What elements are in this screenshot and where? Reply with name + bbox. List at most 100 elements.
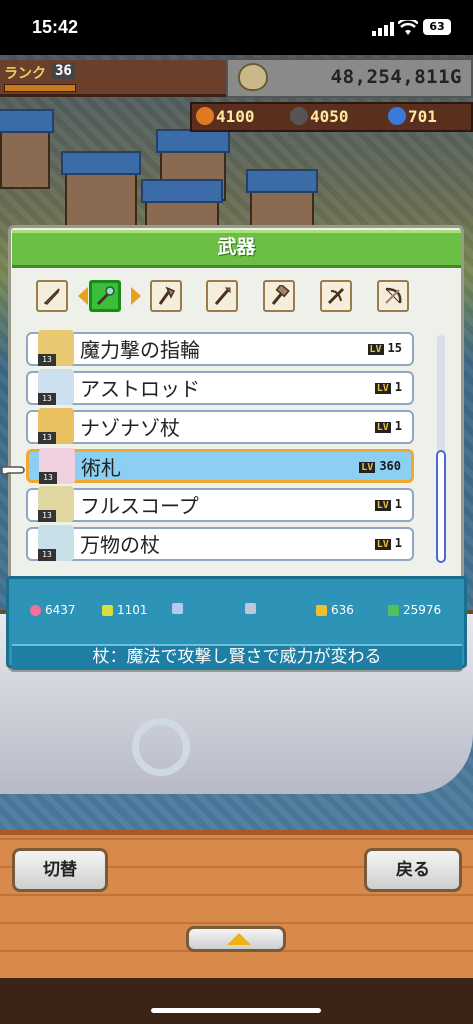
item-qty: 13 [38, 393, 56, 405]
back-button[interactable]: 戻る [364, 848, 462, 892]
item-name: アストロッド [80, 377, 200, 401]
status-bar: 15:42 63 [0, 0, 473, 55]
hammer-category-tab[interactable] [263, 280, 295, 312]
crossed-swords-icon [102, 604, 113, 616]
item-level: LV 15 [367, 341, 402, 355]
rank-label: ランク [4, 66, 46, 82]
heart-icon [30, 604, 41, 616]
pointer-hand-icon [1, 466, 25, 475]
lv-label: LV [374, 500, 391, 511]
bow-icon [385, 287, 402, 304]
gem-icon [388, 604, 399, 616]
battery-icon: 63 [423, 19, 451, 35]
resource-ore-value: 4050 [310, 107, 349, 126]
stat-atk-value: 1101 [117, 603, 148, 617]
item-name: ナゾナゾ杖 [80, 416, 180, 440]
item-level-value: 1 [394, 497, 402, 511]
item-level: LV 1 [374, 419, 402, 433]
category-prev-arrow[interactable] [78, 287, 88, 305]
stat-value: 25976 [388, 603, 441, 617]
riddle-staff-icon: 13 [38, 408, 74, 444]
list-item[interactable]: 13 万物の杖 LV 1 [26, 525, 414, 561]
crossbow-category-tab[interactable] [320, 280, 352, 312]
item-name: 万物の杖 [80, 533, 160, 557]
stat-price-value: 636 [331, 603, 354, 617]
item-level: LV 1 [374, 380, 402, 394]
panel-title: 武器 [217, 236, 256, 258]
clock: 15:42 [32, 17, 79, 37]
resource-crystal: 701 [388, 104, 437, 130]
item-name: 術札 [81, 456, 121, 480]
bow-category-tab[interactable] [377, 280, 409, 312]
full-scope-icon: 13 [38, 486, 74, 522]
item-level: LV 360 [359, 459, 401, 473]
item-qty: 13 [38, 432, 56, 444]
item-description: 杖：魔法で攻撃し賢さで威力が変わる [92, 647, 382, 667]
category-next-arrow[interactable] [131, 287, 141, 305]
item-level: LV 1 [374, 536, 402, 550]
staff-icon [96, 286, 115, 306]
resource-wood: 4100 [196, 104, 255, 130]
home-indicator-area [0, 978, 473, 1024]
item-qty: 13 [38, 354, 56, 366]
item-level-value: 1 [394, 536, 402, 550]
universal-staff-icon: 13 [38, 525, 74, 561]
astro-rod-icon: 13 [38, 369, 74, 405]
list-item[interactable]: 13 アストロッド LV 1 [26, 369, 414, 405]
list-item-selected[interactable]: 13 術札 LV 360 [26, 448, 414, 484]
lv-label: LV [367, 344, 384, 355]
expand-menu-button[interactable] [186, 926, 286, 952]
wifi-icon [398, 20, 418, 35]
spear-category-tab[interactable] [206, 280, 238, 312]
lv-label: LV [374, 383, 391, 394]
item-list[interactable]: 13 魔力撃の指輪 LV 15 13 アストロッド LV 1 13 ナゾナゾ杖 LV… [22, 326, 424, 566]
rank-value: 36 [52, 63, 75, 79]
rank-exp-bar [4, 84, 76, 92]
stat-value-value: 25976 [403, 603, 442, 617]
crossbow-icon [327, 287, 345, 305]
ring-icon: 13 [38, 330, 74, 366]
stat-hp-value: 6437 [45, 603, 76, 617]
item-qty: 13 [38, 549, 56, 561]
scrollbar-thumb[interactable] [436, 450, 446, 563]
resource-wood-value: 4100 [216, 107, 255, 126]
item-level-value: 1 [394, 419, 402, 433]
home-indicator[interactable] [151, 1008, 321, 1013]
ore-icon [290, 107, 308, 125]
wand-icon [172, 603, 183, 614]
staff-category-tab[interactable] [89, 280, 121, 312]
list-item[interactable]: 13 フルスコープ LV 1 [26, 486, 414, 522]
item-name: フルスコープ [80, 494, 199, 518]
stat-atk: 1101 [102, 603, 148, 617]
shield-icon [245, 603, 256, 614]
item-level-value: 360 [379, 459, 401, 473]
money-amount: 48,254,811G [330, 66, 462, 88]
talisman-icon: 13 [39, 448, 75, 484]
hammer-icon [271, 285, 290, 305]
item-level: LV 1 [374, 497, 402, 511]
item-level-value: 1 [394, 380, 402, 394]
stat-hp: 6437 [30, 603, 76, 617]
item-name: 魔力撃の指輪 [80, 338, 200, 362]
list-item[interactable]: 13 魔力撃の指輪 LV 15 [26, 330, 414, 366]
axe-category-tab[interactable] [150, 280, 182, 312]
resource-crystal-value: 701 [408, 107, 437, 126]
switch-button[interactable]: 切替 [12, 848, 108, 892]
lv-label: LV [359, 462, 376, 473]
item-qty: 13 [39, 472, 57, 484]
axe-icon [158, 286, 176, 305]
sword-icon [43, 288, 60, 305]
money-bag-icon [238, 63, 268, 91]
crystal-icon [388, 107, 406, 125]
lv-label: LV [374, 422, 391, 433]
stat-price: 636 [316, 603, 354, 617]
wood-icon [196, 107, 214, 125]
resource-ore: 4050 [290, 104, 349, 130]
lv-label: LV [374, 539, 391, 550]
house [61, 151, 141, 231]
stat-magic [172, 603, 187, 614]
item-level-value: 15 [387, 341, 402, 355]
list-item[interactable]: 13 ナゾナゾ杖 LV 1 [26, 408, 414, 444]
stat-def [245, 603, 260, 614]
sword-category-tab[interactable] [36, 280, 68, 312]
